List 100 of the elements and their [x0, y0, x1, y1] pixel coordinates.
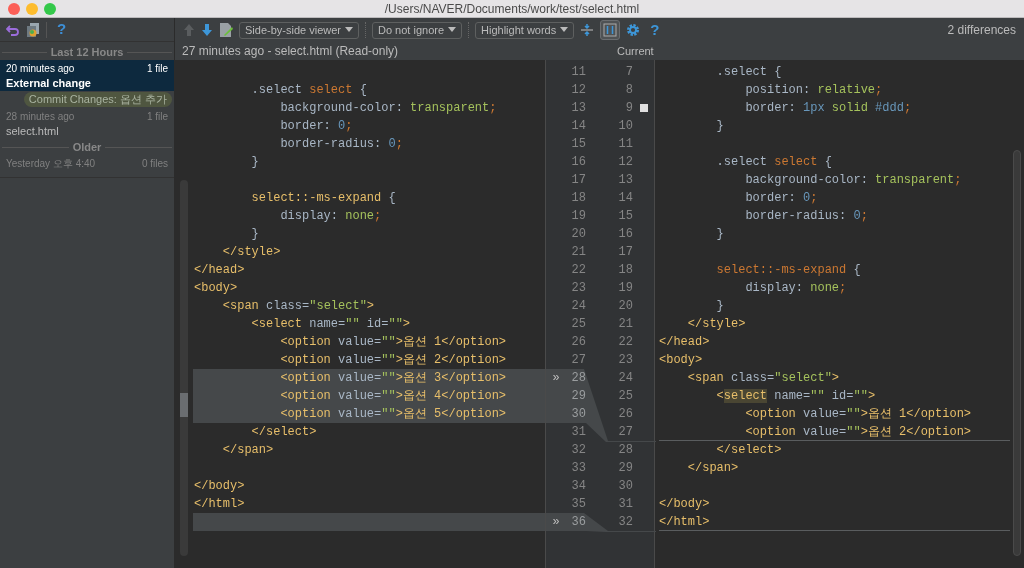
code-line: select::-ms-expand { — [250, 190, 397, 207]
code-line: position: relative; — [744, 82, 884, 99]
dropdown[interactable]: Do not ignore — [372, 21, 463, 39]
line-number: 11 — [570, 64, 586, 81]
code-line: </html> — [193, 496, 246, 513]
editor-header: 27 minutes ago - select.html (Read-only) — [182, 43, 399, 60]
commit-label: Commit Changes: 옵션 추가 — [23, 92, 172, 107]
scrollbar[interactable] — [180, 180, 188, 556]
code-line: <option value="">옵션 2</option> — [279, 352, 508, 369]
line-number: 15 — [617, 208, 633, 225]
code-line: </body> — [659, 496, 711, 513]
line-number: 25 — [617, 388, 633, 405]
code-line: <option value="">옵션 1</option> — [744, 406, 973, 423]
line-number: 28 — [570, 370, 586, 387]
code-line: </select> — [715, 442, 783, 459]
code-line: <body> — [659, 352, 704, 369]
line-number: 17 — [570, 172, 586, 189]
line-number: 31 — [617, 496, 633, 513]
code-line: </body> — [193, 478, 246, 495]
code-line: } — [250, 226, 260, 243]
file-count: 1 file — [146, 62, 168, 76]
code-line: </select> — [250, 424, 318, 441]
apply-arrow[interactable]: » — [546, 513, 566, 531]
line-number: 27 — [617, 424, 633, 441]
code-line: background-color: transparent; — [279, 100, 498, 117]
up-arrow-icon[interactable] — [183, 23, 195, 37]
code-line: } — [715, 226, 725, 243]
difference-count: 2 differences — [947, 22, 1016, 39]
line-number: 19 — [617, 280, 633, 297]
code-line: <span class="select"> — [686, 370, 841, 387]
line-number: 27 — [570, 352, 586, 369]
help-button[interactable]: ? — [57, 18, 67, 41]
code-line: </style> — [686, 316, 747, 333]
code-line: display: none; — [279, 208, 383, 225]
copy-icon[interactable] — [26, 21, 40, 38]
line-number: 30 — [570, 406, 586, 423]
code-line: .select select { — [715, 154, 833, 171]
code-line: <span class="select"> — [221, 298, 376, 315]
line-number: 29 — [617, 460, 633, 477]
line-number: 19 — [570, 208, 586, 225]
code-line: border-radius: 0; — [279, 136, 404, 153]
line-number: 18 — [617, 262, 633, 279]
line-number: 16 — [570, 154, 586, 171]
code-line: select::-ms-expand { — [715, 262, 862, 279]
code-line: </span> — [221, 442, 275, 459]
caret-icon — [560, 27, 569, 33]
window-title: /Users/NAVER/Documents/work/test/select.html — [384, 0, 640, 18]
entry-title: select.html — [6, 124, 60, 138]
history-entry[interactable]: 28 minutes ago 1 file select.html — [0, 108, 174, 139]
code-line: background-color: transparent; — [744, 172, 963, 189]
code-line: </span> — [686, 460, 740, 477]
undo-icon[interactable] — [6, 22, 20, 37]
code-line: .select select { — [250, 82, 368, 99]
code-line: display: none; — [744, 280, 848, 297]
code-line: </head> — [193, 262, 246, 279]
line-number: 11 — [617, 136, 633, 153]
scrollbar[interactable] — [1013, 150, 1021, 556]
dropdown[interactable]: Side-by-side viewer — [239, 21, 359, 39]
line-number: 36 — [570, 514, 586, 531]
line-number: 32 — [570, 442, 586, 459]
line-number: 16 — [617, 226, 633, 243]
down-arrow-icon[interactable] — [201, 23, 213, 37]
entry-title: External change — [6, 76, 92, 90]
line-number: 12 — [617, 154, 633, 171]
sync-scroll-toggle[interactable] — [600, 20, 621, 40]
line-number: 26 — [570, 334, 586, 351]
line-number: 15 — [570, 136, 586, 153]
code-line: border: 0; — [279, 118, 354, 135]
line-number: 33 — [570, 460, 586, 477]
code-line: </html> — [659, 513, 1010, 531]
line-number: 7 — [624, 64, 633, 81]
collapse-icon[interactable] — [580, 23, 595, 37]
code-line: <select name="" id=""> — [250, 316, 412, 333]
dropdown[interactable]: Highlight words — [475, 21, 575, 39]
line-number: 31 — [570, 424, 586, 441]
code-line: </style> — [221, 244, 282, 261]
line-number: 17 — [617, 244, 633, 261]
code-line: border: 1px solid #ddd; — [744, 100, 913, 117]
help-button[interactable]: ? — [650, 18, 660, 42]
file-count: 1 file — [146, 110, 168, 124]
line-number: 21 — [570, 244, 586, 261]
code-line: <body> — [193, 280, 239, 297]
code-line: } — [250, 154, 260, 171]
line-number: 13 — [617, 172, 633, 189]
settings-icon[interactable] — [626, 23, 641, 37]
apply-arrow[interactable]: » — [546, 369, 566, 387]
code-line: <select name="" id=""> — [715, 388, 877, 405]
close-button[interactable] — [8, 3, 20, 15]
line-number: 26 — [617, 406, 633, 423]
history-entry[interactable]: 20 minutes ago 1 file External change — [0, 60, 174, 91]
line-number: 34 — [570, 478, 586, 495]
line-number: 32 — [617, 514, 633, 531]
line-number: 23 — [617, 352, 633, 369]
line-number: 23 — [570, 280, 586, 297]
code-line: border: 0; — [744, 190, 819, 207]
editor-header: Current — [617, 43, 654, 59]
file-count: 0 files — [141, 157, 168, 171]
zoom-button[interactable] — [44, 3, 56, 15]
edit-icon[interactable] — [219, 22, 233, 38]
caret-icon — [448, 27, 457, 33]
